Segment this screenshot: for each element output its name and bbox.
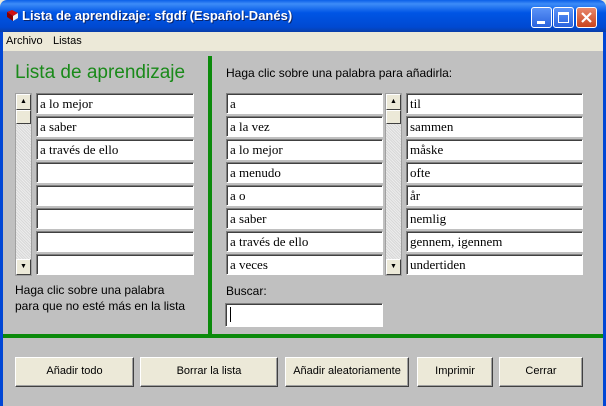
remove-instruction-line2: para que no esté más en la lista [15,299,186,313]
close-button[interactable]: Cerrar [499,357,583,387]
danish-word[interactable]: sammen [406,116,583,137]
danish-word[interactable]: ofte [406,162,583,183]
learning-list-item[interactable] [36,185,194,206]
vertical-divider [208,56,212,334]
spanish-word[interactable]: a saber [226,208,383,229]
learning-list-item[interactable]: a lo mejor [36,93,194,114]
menu-archivo[interactable]: Archivo [6,35,43,47]
menu-listas[interactable]: Listas [53,35,82,47]
learning-list-item[interactable] [36,231,194,252]
spanish-word[interactable]: a menudo [226,162,383,183]
learning-list-scrollbar[interactable]: ▲ ▼ [15,93,32,276]
spanish-word[interactable]: a [226,93,383,114]
scroll-up-icon[interactable]: ▲ [16,94,31,110]
scroll-thumb[interactable] [386,110,401,124]
add-all-button[interactable]: Añadir todo [15,357,134,387]
text-caret [230,307,231,322]
remove-instruction-line1: Haga clic sobre una palabra [15,283,165,297]
minimize-icon [537,21,545,24]
title-bar[interactable]: Lista de aprendizaje: sfgdf (Español-Dan… [0,0,606,32]
add-instruction: Haga clic sobre una palabra para añadirl… [226,66,453,80]
danish-word[interactable]: nemlig [406,208,583,229]
danish-word[interactable]: måske [406,139,583,160]
danish-word[interactable]: til [406,93,583,114]
search-input[interactable] [225,303,383,327]
scroll-down-icon[interactable]: ▼ [16,259,31,275]
maximize-button[interactable] [553,7,574,28]
learning-list-item[interactable]: a través de ello [36,139,194,160]
scroll-thumb[interactable] [16,110,31,124]
learning-list-item[interactable] [36,208,194,229]
close-window-button[interactable] [576,7,597,28]
learning-list-item[interactable]: a saber [36,116,194,137]
learning-list-item[interactable] [36,162,194,183]
spanish-word[interactable]: a veces [226,254,383,275]
danish-word[interactable]: år [406,185,583,206]
scroll-up-icon[interactable]: ▲ [386,94,401,110]
print-button[interactable]: Imprimir [417,357,493,387]
window-title: Lista de aprendizaje: sfgdf (Español-Dan… [22,8,293,23]
book-icon [7,10,18,21]
danish-word[interactable]: undertiden [406,254,583,275]
learning-list-item[interactable] [36,254,194,275]
clear-list-button[interactable]: Borrar la lista [140,357,278,387]
scroll-down-icon[interactable]: ▼ [386,259,401,275]
spanish-word[interactable]: a través de ello [226,231,383,252]
spanish-word[interactable]: a lo mejor [226,139,383,160]
spanish-word[interactable]: a la vez [226,116,383,137]
spanish-word[interactable]: a o [226,185,383,206]
close-icon [581,12,592,23]
search-label: Buscar: [226,284,267,298]
dictionary-scrollbar[interactable]: ▲ ▼ [385,93,402,276]
add-random-button[interactable]: Añadir aleatoriamente [285,357,409,387]
maximize-icon [558,12,569,23]
minimize-button[interactable] [531,7,552,28]
danish-word[interactable]: gennem, igennem [406,231,583,252]
menu-bar: Archivo Listas [3,32,603,51]
learning-list-heading: Lista de aprendizaje [15,62,186,83]
